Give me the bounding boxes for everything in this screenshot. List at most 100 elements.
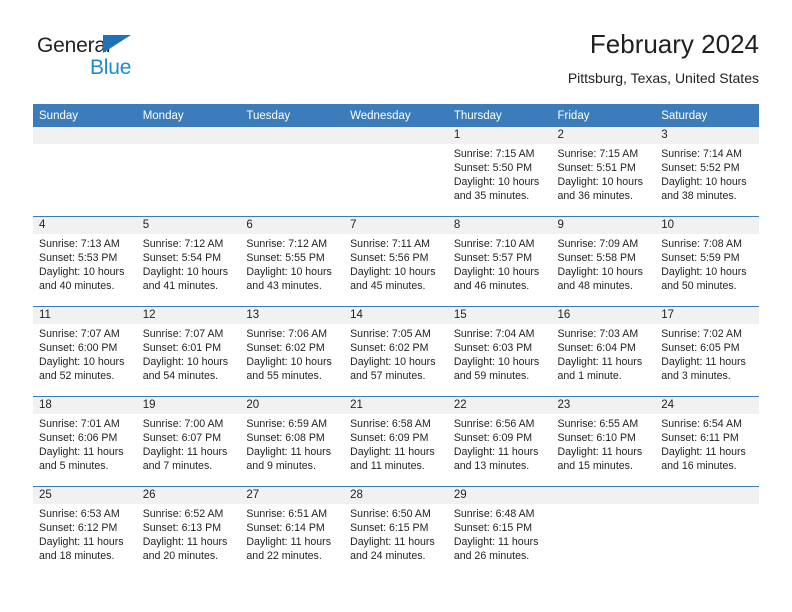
- day-number: 16: [551, 307, 656, 324]
- calendar-day-cell[interactable]: 5 Sunrise: 7:12 AM Sunset: 5:54 PM Daylight…: [136, 216, 241, 307]
- sunrise-text: Sunrise: 6:52 AM: [142, 508, 224, 520]
- daylight-text: Daylight: 11 hours and 1 minute.: [557, 356, 643, 383]
- sunset-text: Sunset: 5:53 PM: [39, 252, 118, 265]
- day-details: Sunrise: 6:50 AM Sunset: 6:15 PM Daylight:…: [344, 504, 448, 563]
- day-cell-content: 8 Sunrise: 7:10 AM Sunset: 5:57 PM Daylight…: [447, 217, 552, 306]
- calendar-day-cell[interactable]: 23 Sunrise: 6:55 AM Sunset: 6:10 PM Dayligh…: [551, 396, 656, 487]
- daylight-text: Daylight: 11 hours and 24 minutes.: [350, 536, 435, 563]
- daylight-text: Daylight: 11 hours and 22 minutes.: [246, 536, 332, 563]
- calendar-day-cell[interactable]: 22 Sunrise: 6:56 AM Sunset: 6:09 PM Dayligh…: [447, 396, 552, 487]
- calendar-day-cell[interactable]: 18 Sunrise: 7:01 AM Sunset: 6:06 PM Dayligh…: [33, 396, 137, 487]
- day-number: 2: [551, 127, 656, 144]
- calendar-day-cell: [344, 127, 448, 217]
- day-cell-content: 5 Sunrise: 7:12 AM Sunset: 5:54 PM Daylight…: [136, 217, 241, 306]
- day-cell-content: [136, 127, 241, 216]
- calendar-day-cell[interactable]: 13 Sunrise: 7:06 AM Sunset: 6:02 PM Dayligh…: [240, 306, 345, 397]
- day-details: Sunrise: 7:15 AM Sunset: 5:51 PM Daylight:…: [552, 144, 656, 203]
- day-number: 15: [447, 307, 552, 324]
- day-cell-content: 7 Sunrise: 7:11 AM Sunset: 5:56 PM Daylight…: [344, 217, 448, 306]
- sunset-text: Sunset: 5:58 PM: [557, 252, 636, 265]
- calendar-day-cell[interactable]: 4 Sunrise: 7:13 AM Sunset: 5:53 PM Daylight…: [33, 216, 137, 307]
- sunrise-text: Sunrise: 7:15 AM: [557, 148, 639, 160]
- daylight-text: Daylight: 11 hours and 26 minutes.: [453, 536, 539, 563]
- calendar-day-cell[interactable]: 25 Sunrise: 6:53 AM Sunset: 6:12 PM Dayligh…: [33, 486, 137, 576]
- sunset-text: Sunset: 6:07 PM: [142, 432, 222, 445]
- calendar-day-cell[interactable]: 21 Sunrise: 6:58 AM Sunset: 6:09 PM Dayligh…: [344, 396, 448, 487]
- day-cell-content: 28 Sunrise: 6:50 AM Sunset: 6:15 PM Dayligh…: [344, 487, 448, 576]
- day-number: 5: [136, 217, 241, 234]
- day-cell-content: 10 Sunrise: 7:08 AM Sunset: 5:59 PM Dayligh…: [655, 217, 759, 306]
- day-details: Sunrise: 6:54 AM Sunset: 6:11 PM Daylight:…: [655, 414, 759, 473]
- daylight-text: Daylight: 11 hours and 16 minutes.: [661, 446, 746, 473]
- calendar-day-cell[interactable]: 15 Sunrise: 7:04 AM Sunset: 6:03 PM Dayligh…: [447, 306, 552, 397]
- day-cell-content: 16 Sunrise: 7:03 AM Sunset: 6:04 PM Dayligh…: [551, 307, 656, 396]
- day-cell-content: 12 Sunrise: 7:07 AM Sunset: 6:01 PM Dayligh…: [136, 307, 241, 396]
- sunset-text: Sunset: 6:01 PM: [142, 342, 222, 355]
- daylight-text: Daylight: 11 hours and 15 minutes.: [557, 446, 643, 473]
- calendar-day-cell[interactable]: 20 Sunrise: 6:59 AM Sunset: 6:08 PM Dayligh…: [240, 396, 345, 487]
- day-number: [240, 127, 345, 144]
- day-number: 3: [655, 127, 759, 144]
- day-cell-content: 13 Sunrise: 7:06 AM Sunset: 6:02 PM Dayligh…: [240, 307, 345, 396]
- daylight-text: Daylight: 11 hours and 13 minutes.: [453, 446, 539, 473]
- sunset-text: Sunset: 6:10 PM: [557, 432, 636, 445]
- day-details: Sunrise: 6:53 AM Sunset: 6:12 PM Daylight:…: [33, 504, 137, 563]
- day-details: Sunrise: 7:12 AM Sunset: 5:54 PM Daylight:…: [137, 234, 241, 293]
- calendar-day-cell[interactable]: 16 Sunrise: 7:03 AM Sunset: 6:04 PM Dayligh…: [551, 306, 656, 397]
- calendar-day-cell[interactable]: 10 Sunrise: 7:08 AM Sunset: 5:59 PM Dayligh…: [655, 216, 759, 307]
- sunrise-text: Sunrise: 7:09 AM: [557, 238, 639, 250]
- day-cell-content: 11 Sunrise: 7:07 AM Sunset: 6:00 PM Dayligh…: [33, 307, 137, 396]
- calendar-day-cell[interactable]: 9 Sunrise: 7:09 AM Sunset: 5:58 PM Daylight…: [551, 216, 656, 307]
- day-cell-content: [655, 487, 759, 576]
- daylight-text: Daylight: 10 hours and 46 minutes.: [453, 266, 540, 293]
- calendar-day-cell[interactable]: 24 Sunrise: 6:54 AM Sunset: 6:11 PM Dayligh…: [655, 396, 759, 487]
- calendar-day-cell[interactable]: 29 Sunrise: 6:48 AM Sunset: 6:15 PM Dayligh…: [447, 486, 552, 576]
- daylight-text: Daylight: 11 hours and 7 minutes.: [142, 446, 228, 473]
- day-number: 8: [447, 217, 552, 234]
- sunrise-text: Sunrise: 7:14 AM: [661, 148, 742, 160]
- calendar-day-cell[interactable]: 1 Sunrise: 7:15 AM Sunset: 5:50 PM Daylight…: [447, 127, 552, 217]
- calendar-day-cell[interactable]: 11 Sunrise: 7:07 AM Sunset: 6:00 PM Dayligh…: [33, 306, 137, 397]
- daylight-text: Daylight: 10 hours and 50 minutes.: [661, 266, 747, 293]
- calendar-day-cell[interactable]: 14 Sunrise: 7:05 AM Sunset: 6:02 PM Dayligh…: [344, 306, 448, 397]
- day-number: 29: [447, 487, 552, 504]
- calendar-day-cell[interactable]: 26 Sunrise: 6:52 AM Sunset: 6:13 PM Dayligh…: [136, 486, 241, 576]
- sunrise-text: Sunrise: 6:59 AM: [246, 418, 328, 430]
- calendar-day-cell[interactable]: 6 Sunrise: 7:12 AM Sunset: 5:55 PM Daylight…: [240, 216, 345, 307]
- daylight-text: Daylight: 10 hours and 35 minutes.: [453, 176, 540, 203]
- calendar-page: General Blue February 2024 Pittsburg, Te…: [0, 0, 792, 612]
- sunrise-text: Sunrise: 7:04 AM: [453, 328, 535, 340]
- sunrise-text: Sunrise: 7:07 AM: [142, 328, 224, 340]
- sunrise-text: Sunrise: 7:11 AM: [350, 238, 430, 250]
- weekday-header-wednesday: Wednesday: [344, 104, 448, 127]
- calendar-day-cell[interactable]: 19 Sunrise: 7:00 AM Sunset: 6:07 PM Dayligh…: [136, 396, 241, 487]
- sunset-text: Sunset: 6:14 PM: [246, 522, 325, 535]
- calendar-day-cell: [33, 127, 137, 217]
- calendar-week-row: 18 Sunrise: 7:01 AM Sunset: 6:06 PM Dayligh…: [33, 396, 759, 487]
- calendar-week-row: 4 Sunrise: 7:13 AM Sunset: 5:53 PM Daylight…: [33, 216, 759, 307]
- day-details: Sunrise: 6:56 AM Sunset: 6:09 PM Daylight:…: [448, 414, 552, 473]
- day-cell-content: [240, 127, 345, 216]
- day-cell-content: 1 Sunrise: 7:15 AM Sunset: 5:50 PM Daylight…: [447, 127, 552, 216]
- day-number: 1: [447, 127, 552, 144]
- calendar-day-cell[interactable]: 12 Sunrise: 7:07 AM Sunset: 6:01 PM Dayligh…: [136, 306, 241, 397]
- day-number: [551, 487, 656, 504]
- weekday-header-monday: Monday: [136, 104, 241, 127]
- calendar-day-cell[interactable]: 3 Sunrise: 7:14 AM Sunset: 5:52 PM Daylight…: [655, 127, 759, 217]
- sunset-text: Sunset: 6:15 PM: [350, 522, 429, 535]
- calendar-day-cell[interactable]: 2 Sunrise: 7:15 AM Sunset: 5:51 PM Daylight…: [551, 127, 656, 217]
- day-details: Sunrise: 7:02 AM Sunset: 6:05 PM Daylight:…: [655, 324, 759, 383]
- logo-text-general: General: [37, 34, 111, 57]
- day-cell-content: 21 Sunrise: 6:58 AM Sunset: 6:09 PM Dayligh…: [344, 397, 448, 486]
- day-details: Sunrise: 6:55 AM Sunset: 6:10 PM Daylight:…: [552, 414, 656, 473]
- calendar-day-cell[interactable]: 27 Sunrise: 6:51 AM Sunset: 6:14 PM Dayligh…: [240, 486, 345, 576]
- daylight-text: Daylight: 10 hours and 59 minutes.: [453, 356, 540, 383]
- sunset-text: Sunset: 6:15 PM: [453, 522, 533, 535]
- day-cell-content: 23 Sunrise: 6:55 AM Sunset: 6:10 PM Dayligh…: [551, 397, 656, 486]
- calendar-day-cell[interactable]: 17 Sunrise: 7:02 AM Sunset: 6:05 PM Dayligh…: [655, 306, 759, 397]
- sunrise-text: Sunrise: 7:10 AM: [453, 238, 535, 250]
- day-cell-content: 24 Sunrise: 6:54 AM Sunset: 6:11 PM Dayligh…: [655, 397, 759, 486]
- calendar-day-cell[interactable]: 8 Sunrise: 7:10 AM Sunset: 5:57 PM Daylight…: [447, 216, 552, 307]
- calendar-day-cell[interactable]: 28 Sunrise: 6:50 AM Sunset: 6:15 PM Dayligh…: [344, 486, 448, 576]
- calendar-day-cell[interactable]: 7 Sunrise: 7:11 AM Sunset: 5:56 PM Daylight…: [344, 216, 448, 307]
